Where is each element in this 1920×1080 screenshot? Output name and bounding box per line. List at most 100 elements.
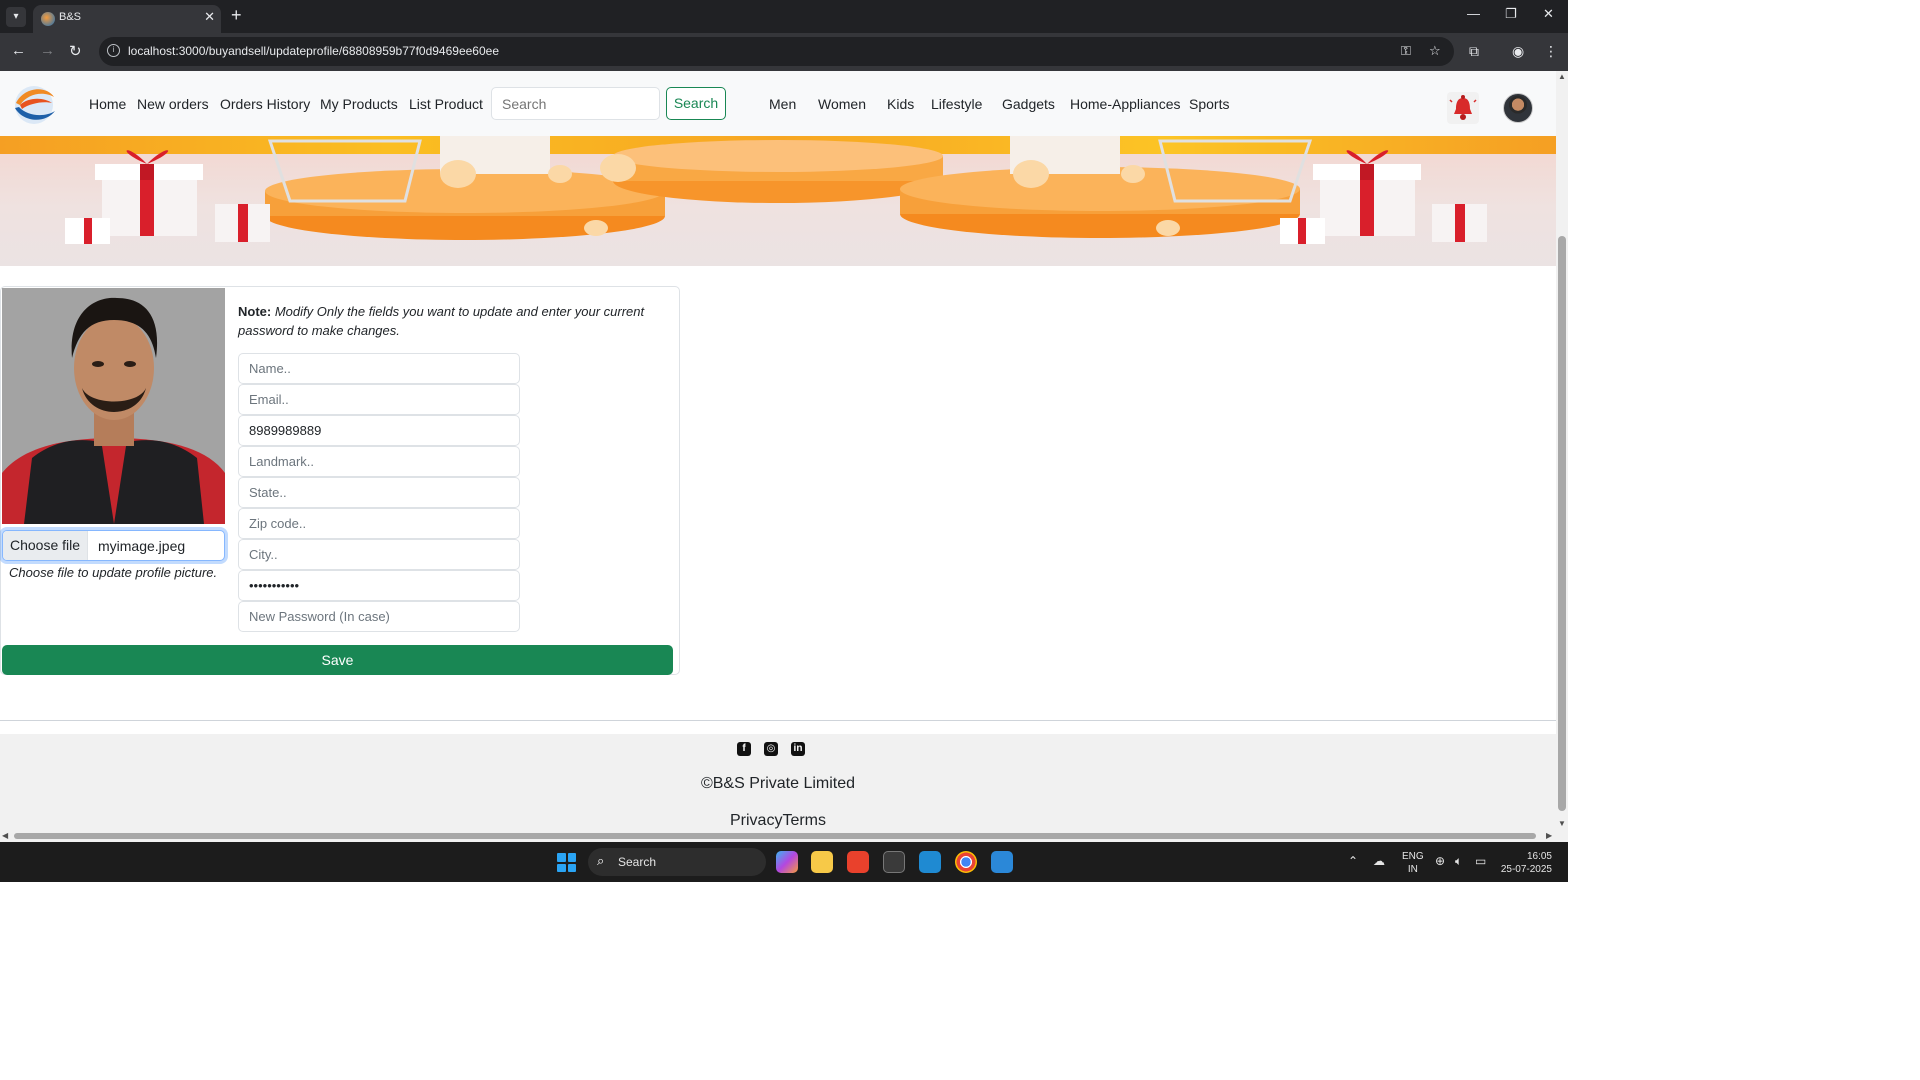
windows-taskbar: ⌕ Search ⌃ ☁ ENG IN ⊕ 🔈︎ ▭ 16:05 25-07-2…: [0, 842, 1568, 882]
notification-bell-icon[interactable]: [1447, 92, 1479, 124]
category-lifestyle[interactable]: Lifestyle: [931, 96, 982, 112]
app-icon[interactable]: [991, 851, 1013, 873]
scroll-left-icon[interactable]: ◀: [2, 831, 8, 840]
category-home-appliances[interactable]: Home-Appliances: [1070, 96, 1181, 112]
category-men[interactable]: Men: [769, 96, 796, 112]
horizontal-scroll-thumb[interactable]: [14, 833, 1536, 839]
language-indicator[interactable]: ENG IN: [1402, 850, 1424, 876]
update-profile-card: Choose file myimage.jpeg Choose file to …: [0, 286, 680, 675]
selected-file-name: myimage.jpeg: [98, 538, 186, 554]
network-icon[interactable]: ⊕: [1435, 854, 1445, 868]
promo-banner: [0, 136, 1556, 266]
restore-icon[interactable]: ❐: [1505, 6, 1517, 22]
browser-toolbar: ← → ↻ i localhost:3000/buyandsell/update…: [0, 33, 1568, 71]
note-text: Modify Only the fields you want to updat…: [238, 304, 645, 338]
copyright-text: ©B&S Private Limited: [700, 775, 856, 792]
extensions-icon[interactable]: ⧉: [1469, 43, 1479, 60]
nav-new-orders[interactable]: New orders: [137, 96, 209, 112]
browser-tab-bar: ▾ B&S ✕ + — ❐ ✕: [0, 0, 1568, 33]
minimize-icon[interactable]: —: [1467, 6, 1480, 21]
footer-divider: [0, 720, 1556, 721]
email-field[interactable]: [238, 384, 520, 415]
reload-icon[interactable]: ↻: [69, 42, 82, 60]
state-field[interactable]: [238, 477, 520, 508]
choose-file-button[interactable]: Choose file: [3, 531, 88, 560]
nav-orders-history[interactable]: Orders History: [220, 96, 310, 112]
user-avatar[interactable]: [1503, 93, 1533, 123]
vertical-scrollbar[interactable]: ▲ ▼: [1556, 71, 1568, 830]
site-footer: f ◎ in ©B&S Private Limited PrivacyTerms: [0, 734, 1556, 830]
new-password-field[interactable]: [238, 601, 520, 632]
file-hint-text: Choose file to update profile picture.: [9, 565, 218, 580]
phone-field[interactable]: [238, 415, 520, 446]
search-input[interactable]: [491, 87, 660, 120]
facebook-icon[interactable]: f: [737, 742, 751, 756]
category-women[interactable]: Women: [818, 96, 866, 112]
taskbar-search[interactable]: ⌕ Search: [588, 848, 766, 876]
password-key-icon[interactable]: ⚿: [1401, 43, 1411, 59]
brave-browser-icon[interactable]: [847, 851, 869, 873]
clock-time: 16:05: [1526, 851, 1552, 862]
back-icon[interactable]: ←: [11, 42, 26, 59]
nav-home[interactable]: Home: [89, 96, 126, 112]
profile-photo: [2, 288, 225, 524]
category-gadgets[interactable]: Gadgets: [1002, 96, 1055, 112]
browser-tab[interactable]: B&S ✕: [33, 5, 221, 33]
scroll-down-icon[interactable]: ▼: [1558, 819, 1566, 828]
site-info-icon[interactable]: i: [107, 44, 120, 57]
taskbar-clock[interactable]: 16:05 25-07-2025: [1500, 850, 1552, 876]
vscode-icon[interactable]: [919, 851, 941, 873]
clock-date: 25-07-2025: [1500, 864, 1552, 875]
profile-picture-file-input[interactable]: Choose file myimage.jpeg: [2, 530, 225, 561]
zip-code-field[interactable]: [238, 508, 520, 539]
scroll-right-icon[interactable]: ▶: [1546, 831, 1552, 840]
footer-links[interactable]: PrivacyTerms: [0, 812, 1556, 830]
horizontal-scrollbar[interactable]: ◀ ▶: [0, 830, 1568, 842]
tab-search-menu-icon[interactable]: ▾: [6, 7, 26, 27]
instagram-icon[interactable]: ◎: [764, 742, 778, 756]
forward-icon[interactable]: →: [40, 42, 55, 59]
nav-list-product[interactable]: List Product: [409, 96, 483, 112]
chrome-icon[interactable]: [955, 851, 977, 873]
page-viewport: Home New orders Orders History My Produc…: [0, 71, 1556, 830]
copilot-icon[interactable]: [776, 851, 798, 873]
battery-icon[interactable]: ▭: [1475, 854, 1486, 868]
tray-overflow-icon[interactable]: ⌃: [1348, 854, 1358, 868]
search-button[interactable]: Search: [666, 87, 726, 120]
taskbar-search-icon: ⌕: [597, 853, 605, 868]
bookmark-star-icon[interactable]: ☆: [1429, 43, 1441, 59]
vertical-scroll-thumb[interactable]: [1558, 236, 1566, 811]
region-code: IN: [1407, 864, 1418, 875]
terminal-icon[interactable]: [883, 851, 905, 873]
linkedin-icon[interactable]: in: [791, 742, 805, 756]
address-bar[interactable]: i localhost:3000/buyandsell/updateprofil…: [99, 37, 1454, 66]
save-button[interactable]: Save: [2, 645, 673, 675]
url-text[interactable]: localhost:3000/buyandsell/updateprofile/…: [128, 44, 499, 58]
site-navbar: Home New orders Orders History My Produc…: [0, 71, 1556, 136]
onedrive-icon[interactable]: ☁: [1373, 854, 1385, 868]
name-field[interactable]: [238, 353, 520, 384]
scroll-up-icon[interactable]: ▲: [1558, 72, 1566, 81]
file-explorer-icon[interactable]: [811, 851, 833, 873]
tab-title: B&S: [59, 11, 82, 23]
city-field[interactable]: [238, 539, 520, 570]
profile-icon[interactable]: ◉: [1512, 43, 1524, 60]
site-favicon-icon: [41, 12, 55, 26]
landmark-field[interactable]: [238, 446, 520, 477]
windows-start-icon[interactable]: [557, 853, 576, 872]
current-password-field[interactable]: [238, 570, 520, 601]
nav-my-products[interactable]: My Products: [320, 96, 398, 112]
language-code: ENG: [1402, 851, 1424, 862]
category-sports[interactable]: Sports: [1189, 96, 1229, 112]
banner-illustration: [65, 136, 1487, 244]
note-label: Note:: [238, 304, 272, 319]
brand-logo-icon[interactable]: [10, 81, 58, 127]
category-kids[interactable]: Kids: [887, 96, 914, 112]
browser-menu-icon[interactable]: ⋮: [1544, 43, 1558, 60]
tab-close-icon[interactable]: ✕: [204, 9, 215, 25]
volume-icon[interactable]: 🔈︎: [1455, 854, 1462, 869]
new-tab-icon[interactable]: +: [231, 5, 242, 26]
taskbar-search-label: Search: [618, 855, 657, 869]
window-close-icon[interactable]: ✕: [1543, 6, 1554, 22]
update-note: Note: Modify Only the fields you want to…: [238, 302, 668, 340]
